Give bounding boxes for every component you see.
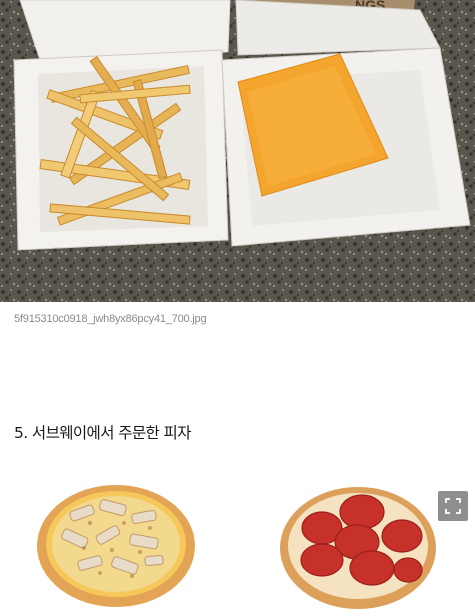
fries-and-cheese-photo: NGS: [0, 0, 475, 302]
image-caption: 5f915310c0918_jwh8yx86pcy41_700.jpg: [14, 313, 207, 325]
section-heading: 5. 서브웨이에서 주문한 피자: [14, 424, 191, 442]
expand-icon[interactable]: [438, 491, 468, 521]
two-pizzas-photo: [0, 478, 475, 616]
